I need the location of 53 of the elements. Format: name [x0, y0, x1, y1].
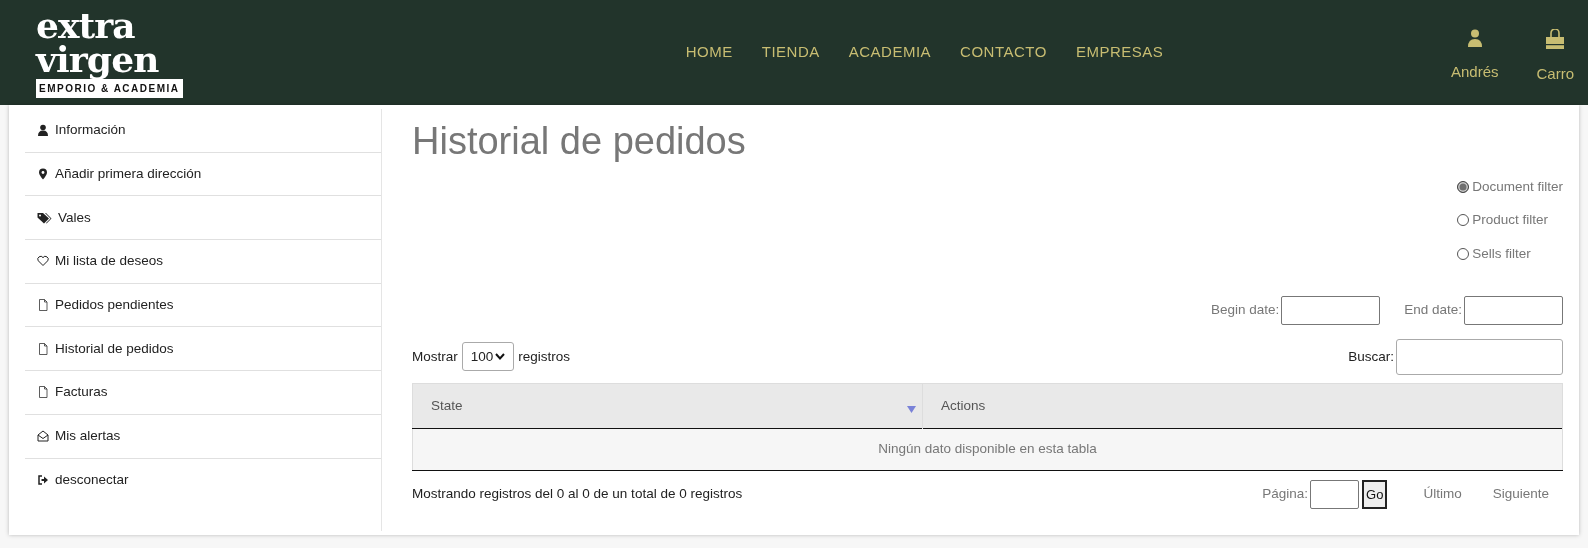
- filter-radio[interactable]: Product filter: [1457, 210, 1548, 231]
- empty-table-message: Ningún dato disponible en esta tabla: [412, 428, 1563, 471]
- end-date-field[interactable]: [1464, 295, 1563, 325]
- page-field[interactable]: [1310, 479, 1360, 509]
- search-field[interactable]: [1396, 338, 1563, 375]
- next-page-link[interactable]: Siguiente: [1492, 484, 1549, 505]
- nav-link[interactable]: HOME: [685, 41, 733, 64]
- sidebar-item[interactable]: Información: [25, 109, 381, 153]
- map-pin-icon: [37, 168, 49, 181]
- nav-link[interactable]: EMPRESAS: [1075, 41, 1164, 64]
- go-button[interactable]: Go: [1362, 479, 1388, 509]
- sidebar-item[interactable]: Facturas: [25, 371, 381, 415]
- length-select[interactable]: 100: [461, 342, 515, 372]
- field-label: Begin date:: [1210, 301, 1280, 320]
- file-icon: [37, 299, 49, 312]
- sidebar-item[interactable]: Pedidos pendientes: [25, 283, 381, 328]
- user-icon: [37, 124, 49, 137]
- sidebar-item[interactable]: desconectar: [25, 458, 381, 503]
- envelope-icon: [37, 430, 49, 443]
- file-icon: [37, 386, 49, 399]
- length-label: Mostrar: [412, 347, 458, 366]
- account-link[interactable]: Andrés: [1450, 29, 1499, 86]
- user-icon: [1466, 29, 1483, 48]
- length-label: registros: [518, 347, 571, 366]
- sidebar-item[interactable]: Mi lista de deseos: [25, 240, 381, 284]
- page-label: Página:: [1262, 485, 1309, 504]
- tags-icon: [37, 211, 52, 224]
- sidebar-item[interactable]: Historial de pedidos: [25, 327, 381, 372]
- nav-link[interactable]: TIENDA: [761, 41, 820, 64]
- caret-icon: [495, 353, 506, 361]
- logo[interactable]: extra virgen EMPORIO & ACADEMIA: [36, 7, 188, 98]
- column-header[interactable]: State: [412, 383, 923, 429]
- sidebar-item[interactable]: Mis alertas: [25, 414, 381, 459]
- page-title: Historial de pedidos: [412, 119, 747, 163]
- sidebar-item[interactable]: Vales: [25, 196, 381, 241]
- field-label: End date:: [1404, 301, 1462, 320]
- shopping-bag-icon: [1544, 29, 1567, 50]
- logo-text: extra: [36, 7, 135, 42]
- cart-link[interactable]: Carro: [1536, 29, 1574, 86]
- last-page-link[interactable]: Último: [1423, 484, 1462, 505]
- nav-link[interactable]: ACADEMIA: [848, 41, 932, 64]
- file-icon: [37, 342, 49, 355]
- filter-radio[interactable]: Sells filter: [1457, 243, 1531, 264]
- heart-icon: [37, 255, 49, 268]
- logo-tagline: EMPORIO & ACADEMIA: [36, 78, 183, 98]
- sidebar-item[interactable]: Añadir primera dirección: [25, 152, 381, 197]
- sign-out-icon: [37, 474, 49, 487]
- filter-radio[interactable]: Document filter: [1457, 177, 1563, 198]
- table-info: Mostrando registros del 0 al 0 de un total de 0 registros: [412, 485, 743, 504]
- search-label: Buscar:: [1348, 347, 1394, 366]
- nav-link[interactable]: CONTACTO: [960, 41, 1047, 64]
- begin-date-field[interactable]: [1281, 295, 1381, 325]
- column-header[interactable]: Actions: [922, 383, 1563, 429]
